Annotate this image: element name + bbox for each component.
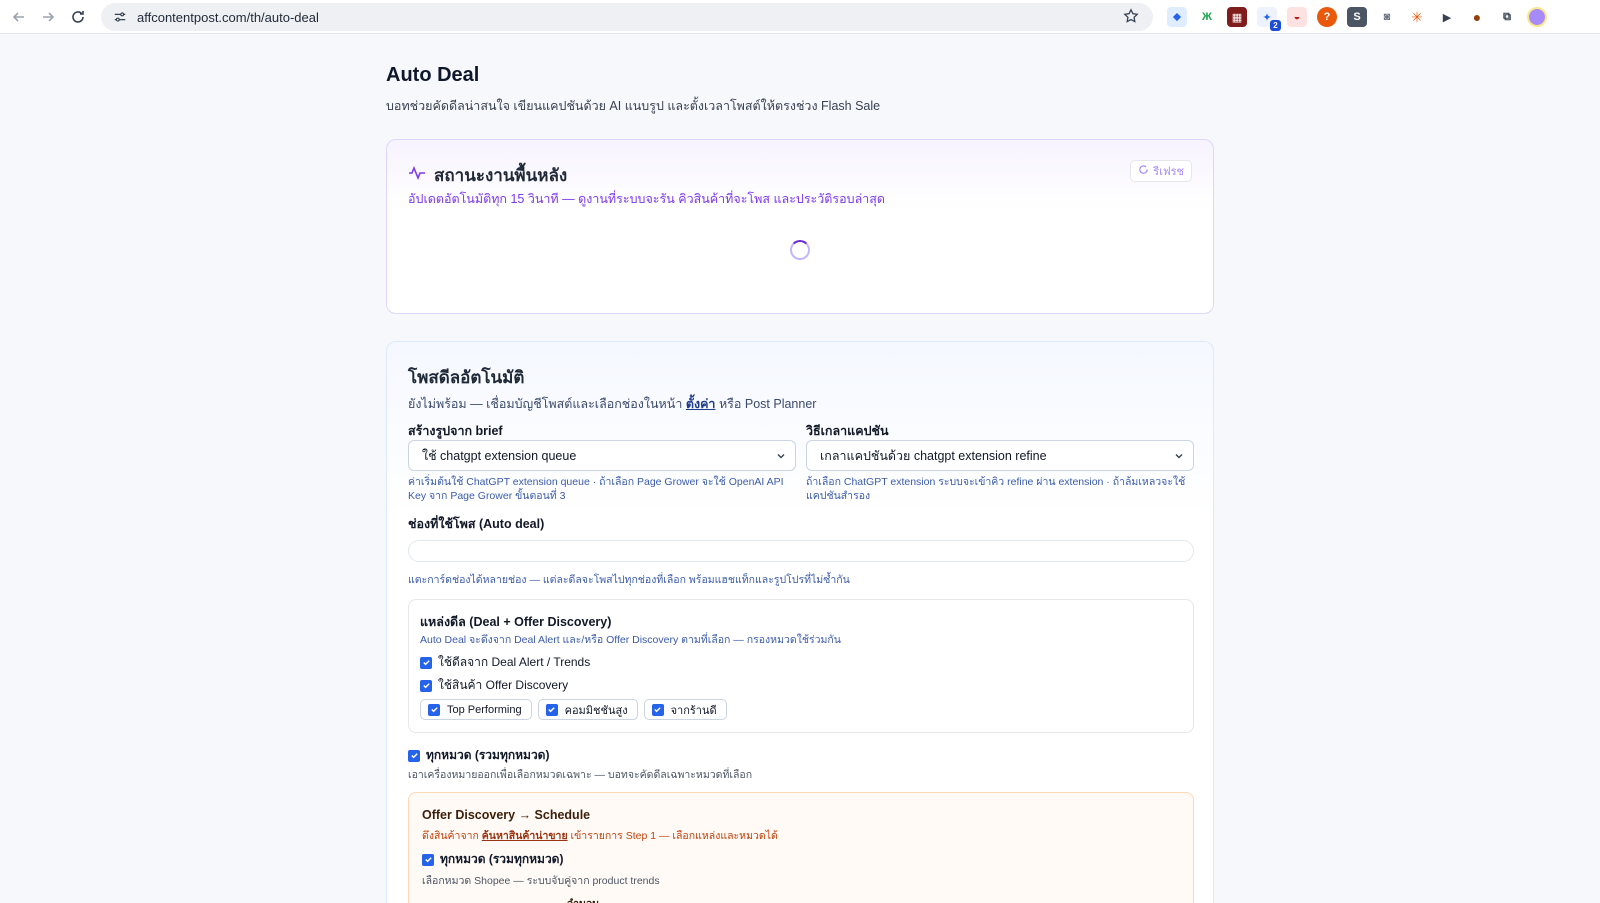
brief-help: ค่าเริ่มต้นใช้ ChatGPT extension queue ·… xyxy=(408,476,784,502)
chip-checkbox[interactable] xyxy=(545,703,558,716)
warning-prefix: ยังไม่พร้อม — เชื่อมบัญชีโพสต์และเลือกช่… xyxy=(408,397,683,411)
extensions-bar: ⬥ Ж ▦ ✦ 2 ◒ ? S ◙ ✳ ▶ ● ⧉ xyxy=(1167,5,1547,31)
forward-icon[interactable] xyxy=(34,3,62,31)
bookmark-star-icon[interactable] xyxy=(1123,8,1141,26)
product-search-link[interactable]: ค้นหาสินค้าน่าขาย xyxy=(482,830,568,842)
help-extension-icon[interactable]: ? xyxy=(1317,7,1337,27)
grid-extension-icon[interactable]: ▦ xyxy=(1227,7,1247,27)
all-categories-checkbox[interactable] xyxy=(408,749,420,762)
refresh-label[interactable]: รีเฟรช xyxy=(1153,162,1184,180)
browser-toolbar: affcontentpost.com/th/auto-deal ⬥ Ж ▦ ✦ 2… xyxy=(0,0,1600,34)
page-subtitle: บอทช่วยคัดดีลน่าสนใจ เขียนแคปชันด้วย AI … xyxy=(386,99,881,113)
source-description: Auto Deal จะดึงจาก Deal Alert และ/หรือ O… xyxy=(420,634,841,646)
offer-desc-suffix: เข้ารายการ Step 1 — เลือกแหล่งและหมวดได้ xyxy=(570,830,778,842)
url-text[interactable]: affcontentpost.com/th/auto-deal xyxy=(137,10,319,25)
warning-suffix: หรือ Post Planner xyxy=(718,397,817,411)
caption-label: วิธีเกลาแคปชัน xyxy=(806,424,889,438)
source-title: แหล่งดีล (Deal + Offer Discovery) xyxy=(420,615,612,629)
chevron-down-icon xyxy=(775,450,787,462)
settings-link[interactable]: ตั้งค่า xyxy=(686,397,716,411)
address-bar[interactable]: affcontentpost.com/th/auto-deal xyxy=(101,3,1153,31)
status-title: สถานะงานพื้นหลัง xyxy=(434,166,568,185)
chip-checkbox[interactable] xyxy=(428,703,440,716)
deal-alert-label[interactable]: ใช้ดีลจาก Deal Alert / Trends xyxy=(438,653,590,672)
brief-select[interactable]: ใช้ chatgpt extension queue xyxy=(408,440,796,471)
chip-good-shop[interactable]: จากร้านดี xyxy=(643,699,727,720)
reload-icon[interactable] xyxy=(64,3,92,31)
refresh-icon xyxy=(1138,164,1149,178)
caption-help: ถ้าเลือก ChatGPT extension ระบบจะเข้าคิว… xyxy=(806,476,1186,502)
channels-label: ช่องที่ใช้โพส (Auto deal) xyxy=(408,517,545,531)
channel-cards-container[interactable] xyxy=(408,540,1194,562)
all-categories-checkbox-row[interactable]: ทุกหมวด (รวมทุกหมวด) xyxy=(408,746,549,765)
cookie-extension-icon[interactable]: ● xyxy=(1467,7,1487,27)
status-header: สถานะงานพื้นหลัง xyxy=(408,162,567,189)
caption-selected-value[interactable]: เกลาแคปชันด้วย chatgpt extension refine xyxy=(820,446,1047,466)
offer-all-categories-checkbox[interactable] xyxy=(422,853,434,866)
puzzle-extension-icon[interactable]: ⧉ xyxy=(1497,7,1517,27)
chip-high-commission[interactable]: คอมมิชชันสูง xyxy=(537,699,638,720)
chevron-down-icon xyxy=(1173,450,1185,462)
all-categories-help: เอาเครื่องหมายออกเพื่อเลือกหมวดเฉพาะ — บ… xyxy=(408,769,753,781)
offer-schedule-help: เลือกหมวด Shopee — ระบบจับคู่จาก product… xyxy=(422,875,660,887)
spark-extension-icon[interactable]: ✳ xyxy=(1407,7,1427,27)
camera-extension-icon[interactable]: ◙ xyxy=(1377,7,1397,27)
chip-checkbox[interactable] xyxy=(651,703,664,716)
loading-spinner-icon xyxy=(790,240,810,260)
offer-all-categories-row[interactable]: ทุกหมวด (รวมทุกหมวด) xyxy=(422,850,563,869)
auto-post-card: โพสดีลอัตโนมัติ ยังไม่พร้อม — เชื่อมบัญช… xyxy=(386,341,1214,903)
offer-discovery-checkbox[interactable] xyxy=(420,679,432,692)
offer-desc-prefix: ดึงสินค้าจาก xyxy=(422,830,479,842)
page-title: Auto Deal xyxy=(386,64,480,86)
offer-discovery-checkbox-row[interactable]: ใช้สินค้า Offer Discovery xyxy=(420,676,568,695)
chip-top-performing[interactable]: Top Performing xyxy=(420,699,532,720)
quantity-label: จำนวน xyxy=(567,895,599,903)
deal-alert-checkbox-row[interactable]: ใช้ดีลจาก Deal Alert / Trends xyxy=(420,653,590,672)
brief-label: สร้างรูปจาก brief xyxy=(408,424,503,438)
offer-all-categories-label[interactable]: ทุกหมวด (รวมทุกหมวด) xyxy=(440,850,563,869)
all-categories-label[interactable]: ทุกหมวด (รวมทุกหมวด) xyxy=(426,746,549,765)
offer-discovery-label[interactable]: ใช้สินค้า Offer Discovery xyxy=(438,676,568,695)
channels-help: แตะการ์ดช่องได้หลายช่อง — แต่ละดีลจะโพสไ… xyxy=(408,574,850,586)
chip-label[interactable]: คอมมิชชันสูง xyxy=(565,701,628,719)
tag-extension-icon[interactable]: ⬥ xyxy=(1167,7,1187,27)
chip-label[interactable]: จากร้านดี xyxy=(671,701,717,719)
back-icon[interactable] xyxy=(5,3,33,31)
status-description: อัปเดตอัตโนมัติทุก 15 วินาที — ดูงานที่ร… xyxy=(408,192,885,206)
activity-icon xyxy=(408,164,426,187)
offer-schedule-title: Offer Discovery → Schedule xyxy=(422,808,591,822)
chip-label[interactable]: Top Performing xyxy=(447,704,522,716)
offer-filter-chips: Top Performing คอมมิชชันสูง จากร้านดี xyxy=(420,699,727,720)
deal-alert-checkbox[interactable] xyxy=(420,656,432,669)
deal-source-box: แหล่งดีล (Deal + Offer Discovery) Auto D… xyxy=(408,599,1194,733)
profile-avatar[interactable] xyxy=(1527,7,1547,27)
badge-extension-icon[interactable]: ✦ 2 xyxy=(1257,7,1281,31)
play-extension-icon[interactable]: ▶ xyxy=(1437,7,1457,27)
background-status-card: สถานะงานพื้นหลัง อัปเดตอัตโนมัติทุก 15 ว… xyxy=(386,139,1214,314)
offer-schedule-description: ดึงสินค้าจาก ค้นหาสินค้าน่าขาย เข้ารายกา… xyxy=(422,827,778,844)
s-extension-icon[interactable]: S xyxy=(1347,7,1367,27)
extension-badge: 2 xyxy=(1270,20,1281,31)
brief-selected-value[interactable]: ใช้ chatgpt extension queue xyxy=(422,446,576,466)
bowl-extension-icon[interactable]: ◒ xyxy=(1287,7,1307,27)
auto-post-title: โพสดีลอัตโนมัติ xyxy=(408,368,525,387)
auto-post-warning: ยังไม่พร้อม — เชื่อมบัญชีโพสต์และเลือกช่… xyxy=(408,394,816,414)
translate-extension-icon[interactable]: Ж xyxy=(1197,7,1217,27)
site-settings-icon[interactable] xyxy=(111,8,129,26)
refresh-button[interactable]: รีเฟรช xyxy=(1130,160,1192,182)
offer-schedule-box: Offer Discovery → Schedule ดึงสินค้าจาก … xyxy=(408,792,1194,903)
caption-select[interactable]: เกลาแคปชันด้วย chatgpt extension refine xyxy=(806,440,1194,471)
